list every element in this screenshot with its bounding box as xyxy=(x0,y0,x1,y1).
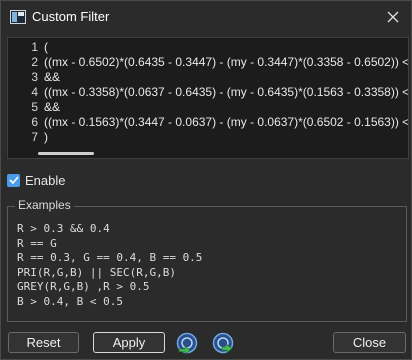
example-item: PRI(R,G,B) || SEC(R,G,B) xyxy=(17,265,176,279)
line-number: 4 xyxy=(31,85,38,99)
save-filter-icon[interactable] xyxy=(212,332,234,354)
examples-title: Examples xyxy=(15,198,74,212)
horizontal-scrollbar[interactable] xyxy=(8,149,408,158)
scrollbar-thumb[interactable] xyxy=(38,152,94,155)
checkmark-icon xyxy=(8,176,19,184)
line-number: 3 xyxy=(31,70,38,84)
line-number: 2 xyxy=(31,55,38,69)
line-number: 6 xyxy=(31,115,38,129)
line-number: 7 xyxy=(31,130,38,144)
editor-line: 6 ((mx - 0.1563)*(0.3447 - 0.0637) - (my… xyxy=(8,115,408,130)
window-title: Custom Filter xyxy=(32,9,110,24)
line-number: 5 xyxy=(31,100,38,114)
example-item: B > 0.4, B < 0.5 xyxy=(17,294,123,308)
editor-line: 4 ((mx - 0.3358)*(0.0637 - 0.6435) - (my… xyxy=(8,85,408,100)
enable-label: Enable xyxy=(25,172,66,188)
line-number: 1 xyxy=(31,40,38,54)
example-item: GREY(R,G,B) ,R > 0.5 xyxy=(17,280,150,294)
editor-line: 3 && xyxy=(8,70,408,85)
code-text: ((mx - 0.1563)*(0.3447 - 0.0637) - (my -… xyxy=(44,115,409,129)
code-text: ( xyxy=(44,40,48,54)
editor-line: 5 && xyxy=(8,100,408,115)
custom-filter-dialog: Custom Filter 1 ( 2 ((mx - 0.6502)*(0.64… xyxy=(0,0,412,360)
example-item: R == 0.3, G == 0.4, B == 0.5 xyxy=(17,251,203,265)
editor-line: 7 ) xyxy=(8,130,408,145)
examples-group: Examples R > 0.3 && 0.4 R == G R == 0.3,… xyxy=(7,198,407,322)
examples-list: R > 0.3 && 0.4 R == G R == 0.3, G == 0.4… xyxy=(17,222,202,310)
close-button[interactable]: Close xyxy=(333,332,406,353)
window-app-icon xyxy=(10,10,26,24)
editor-line: 1 ( xyxy=(8,40,408,55)
code-text: ((mx - 0.6502)*(0.6435 - 0.3447) - (my -… xyxy=(44,55,409,69)
example-item: R == G xyxy=(17,236,57,250)
load-filter-icon[interactable] xyxy=(176,332,198,354)
example-item: R > 0.3 && 0.4 xyxy=(17,222,110,235)
reset-button[interactable]: Reset xyxy=(8,332,79,353)
close-icon[interactable] xyxy=(379,4,407,30)
editor-line: 2 ((mx - 0.6502)*(0.6435 - 0.3447) - (my… xyxy=(8,55,408,70)
code-text: && xyxy=(44,100,61,114)
enable-toggle[interactable]: Enable xyxy=(7,172,65,188)
apply-button[interactable]: Apply xyxy=(93,332,165,353)
enable-checkbox[interactable] xyxy=(7,173,20,187)
code-text: ((mx - 0.3358)*(0.0637 - 0.6435) - (my -… xyxy=(44,85,409,99)
filter-code-editor[interactable]: 1 ( 2 ((mx - 0.6502)*(0.6435 - 0.3447) -… xyxy=(7,37,409,159)
title-bar: Custom Filter xyxy=(1,1,411,33)
code-text: && xyxy=(44,70,61,84)
code-text: ) xyxy=(44,130,48,144)
